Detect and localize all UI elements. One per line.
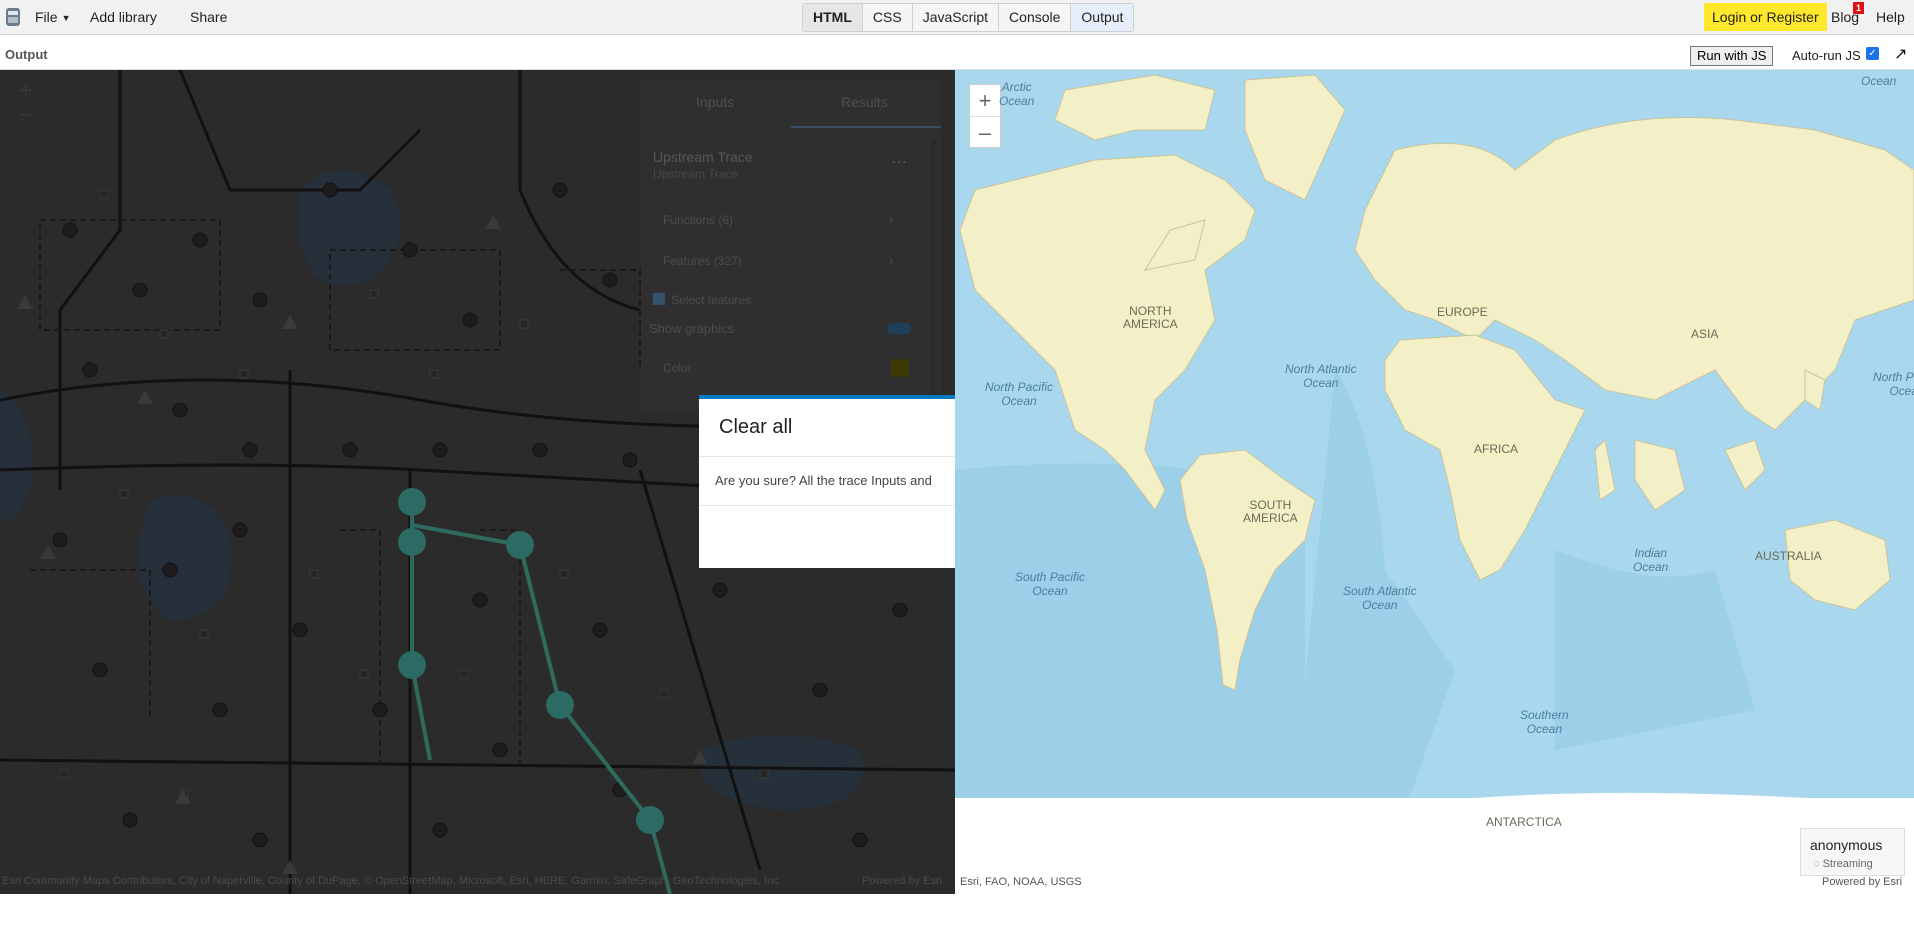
continent-label: EUROPE bbox=[1437, 305, 1488, 319]
file-menu-label: File bbox=[35, 9, 58, 25]
world-map-zoom-controls: + – bbox=[969, 84, 1001, 148]
app-logo-icon[interactable] bbox=[4, 6, 22, 28]
ocean-label: North Atlantic Ocean bbox=[1285, 362, 1357, 390]
select-features-label: Select features bbox=[671, 293, 752, 307]
ocean-label: Southern Ocean bbox=[1520, 708, 1569, 736]
share-menu[interactable]: Share bbox=[190, 0, 227, 35]
blog-notification-badge: 1 bbox=[1853, 2, 1864, 14]
select-features-checkbox[interactable] bbox=[653, 293, 665, 305]
zoom-out-button[interactable]: – bbox=[970, 116, 1000, 147]
chevron-right-icon: › bbox=[889, 211, 894, 227]
continent-label: AUSTRALIA bbox=[1755, 549, 1822, 563]
ocean-label: North PacificOcean bbox=[985, 380, 1054, 408]
tab-console[interactable]: Console bbox=[999, 4, 1072, 31]
trace-title: Upstream Trace bbox=[653, 149, 753, 165]
streaming-label: Streaming bbox=[1822, 858, 1873, 870]
continent-label: ANTARCTICA bbox=[1486, 815, 1562, 829]
ocean-label: North PacificOcean bbox=[1873, 370, 1914, 398]
tab-html[interactable]: HTML bbox=[803, 4, 863, 31]
color-label: Color bbox=[663, 361, 692, 375]
world-basemap-graphics bbox=[955, 70, 1914, 894]
panel-scrollbar[interactable] bbox=[931, 140, 937, 410]
ocean-label: South Pacific Ocean bbox=[1015, 570, 1086, 598]
active-tab-indicator bbox=[791, 126, 941, 128]
zoom-in-button[interactable]: + bbox=[970, 85, 1000, 116]
top-toolbar: File ▼ Add library Share HTML CSS JavaScr… bbox=[0, 0, 1914, 35]
streaming-status: ◌ Streaming bbox=[1813, 858, 1873, 870]
left-map-powered-by: Powered by Esri bbox=[862, 875, 943, 887]
add-library-menu[interactable]: Add library bbox=[90, 0, 157, 35]
trace-subtitle: Upstream Trace bbox=[653, 167, 739, 181]
dialog-divider bbox=[699, 456, 955, 457]
tab-output[interactable]: Output bbox=[1071, 4, 1134, 31]
output-bar: Output Run with JS Auto-run JS ✓ ↗ bbox=[0, 36, 1914, 70]
world-map[interactable]: + – Arctic Ocean Ocean North Atlantic Ocea… bbox=[955, 70, 1914, 894]
show-graphics-toggle[interactable] bbox=[887, 323, 911, 334]
tab-results[interactable]: Results bbox=[841, 94, 888, 110]
tab-javascript[interactable]: JavaScript bbox=[913, 4, 1000, 31]
world-map-attribution: Esri, FAO, NOAA, USGS bbox=[960, 876, 1082, 888]
show-graphics-label: Show graphics bbox=[649, 321, 735, 336]
popout-arrow-icon[interactable]: ↗ bbox=[1894, 44, 1907, 64]
chevron-right-icon: › bbox=[889, 252, 894, 268]
ocean-label: Arctic Ocean bbox=[999, 80, 1035, 108]
run-with-js-button[interactable]: Run with JS bbox=[1690, 46, 1774, 66]
trace-results-panel: Inputs Results Upstream Trace Upstream T… bbox=[641, 80, 941, 410]
continent-label: ASIA bbox=[1691, 327, 1719, 341]
more-options-icon[interactable]: ⋯ bbox=[891, 152, 907, 172]
tab-css[interactable]: CSS bbox=[863, 4, 913, 31]
dialog-divider bbox=[699, 505, 955, 506]
autorun-label: Auto-run JS bbox=[1792, 48, 1861, 63]
continent-label: NORTH AMERICA bbox=[1123, 304, 1178, 331]
color-swatch[interactable] bbox=[891, 359, 909, 377]
tab-inputs[interactable]: Inputs bbox=[696, 94, 734, 110]
user-status-widget[interactable]: anonymous ◌ Streaming bbox=[1800, 828, 1905, 876]
user-name: anonymous bbox=[1810, 837, 1883, 853]
dialog-title: Clear all bbox=[719, 416, 793, 438]
ocean-label: South Atlantic Ocean bbox=[1343, 584, 1417, 612]
left-map-zoom-controls[interactable]: + – bbox=[10, 80, 42, 142]
editor-tabs: HTML CSS JavaScript Console Output bbox=[802, 3, 1135, 32]
output-title: Output bbox=[5, 47, 48, 62]
file-menu[interactable]: File ▼ bbox=[35, 0, 70, 35]
features-row[interactable]: Features (327) bbox=[663, 254, 742, 268]
login-register-button[interactable]: Login or Register bbox=[1704, 3, 1827, 31]
chevron-down-icon: ▼ bbox=[61, 12, 71, 23]
help-link[interactable]: Help bbox=[1876, 0, 1905, 35]
left-map-attribution: Esri Community Maps Contributors, City o… bbox=[2, 875, 779, 887]
clear-all-dialog: Clear all Are you sure? All the trace In… bbox=[699, 395, 955, 568]
ocean-label: Ocean bbox=[1861, 74, 1897, 88]
functions-row[interactable]: Functions (6) bbox=[663, 213, 733, 227]
continent-label: AFRICA bbox=[1474, 442, 1519, 456]
autorun-checkbox[interactable]: ✓ bbox=[1866, 47, 1879, 60]
spinner-icon: ◌ bbox=[1813, 858, 1823, 870]
world-map-powered-by: Powered by Esri bbox=[1822, 876, 1903, 888]
ocean-label: Indian Ocean bbox=[1633, 546, 1669, 574]
continent-label: SOUTH AMERICA bbox=[1243, 498, 1298, 525]
dialog-message: Are you sure? All the trace Inputs and bbox=[715, 473, 932, 488]
